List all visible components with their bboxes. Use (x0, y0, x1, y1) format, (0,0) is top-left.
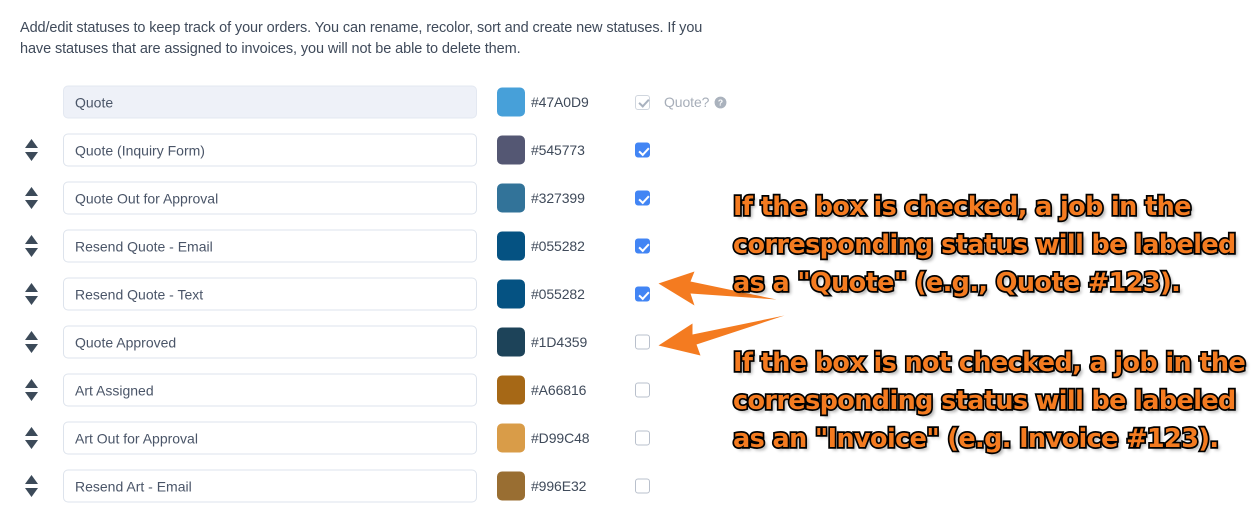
sort-updown-icon (24, 283, 38, 305)
sort-updown-icon (24, 379, 38, 401)
color-swatch[interactable] (497, 423, 525, 453)
quote-flag-cell (635, 190, 650, 206)
sort-updown-icon (24, 427, 38, 449)
color-swatch[interactable] (497, 231, 525, 261)
status-name-input[interactable] (63, 229, 477, 263)
color-swatch[interactable] (497, 471, 525, 501)
quote-flag-cell (635, 430, 650, 446)
status-row: #055282 (0, 270, 760, 318)
color-swatch[interactable] (497, 375, 525, 405)
status-row: #1D4359 (0, 318, 760, 366)
color-swatch[interactable] (497, 135, 525, 165)
status-name-input[interactable] (63, 469, 477, 503)
color-swatch[interactable] (497, 327, 525, 357)
svg-text:?: ? (718, 97, 723, 107)
status-name-input[interactable] (63, 277, 477, 311)
sort-updown-icon (24, 139, 38, 161)
color-hex-label: #055282 (531, 286, 585, 302)
color-hex-label: #47A0D9 (531, 94, 589, 110)
status-row: #055282 (0, 222, 760, 270)
status-name-input[interactable] (63, 133, 477, 167)
quote-checkbox (635, 94, 650, 110)
color-hex-label: #A66816 (531, 382, 587, 398)
annotation-checked-explanation: If the box is checked, a job in the corr… (731, 190, 1238, 299)
quote-flag-cell (635, 142, 650, 158)
status-row: #327399 (0, 174, 760, 222)
quote-column-label: Quote? (664, 94, 710, 110)
sort-updown-icon (24, 187, 38, 209)
quote-flag-cell (635, 382, 650, 398)
sort-handle[interactable] (21, 329, 41, 355)
color-hex-label: #1D4359 (531, 334, 588, 350)
status-name-input[interactable] (63, 421, 477, 455)
color-hex-label: #D99C48 (531, 430, 590, 446)
help-circle-icon[interactable]: ? (714, 96, 727, 109)
sort-handle[interactable] (21, 473, 41, 499)
status-row: #D99C48 (0, 414, 760, 462)
color-swatch[interactable] (497, 183, 525, 213)
sort-updown-icon (24, 235, 38, 257)
quote-checkbox[interactable] (635, 238, 650, 254)
sort-updown-icon (24, 475, 38, 497)
color-hex-label: #327399 (531, 190, 585, 206)
sort-handle[interactable] (21, 137, 41, 163)
quote-flag-cell (635, 478, 650, 494)
quote-flag-cell (635, 286, 650, 302)
sort-handle[interactable] (21, 425, 41, 451)
color-hex-label: #545773 (531, 142, 585, 158)
status-row: #545773 (0, 126, 760, 174)
quote-checkbox[interactable] (635, 334, 650, 350)
annotation-unchecked-explanation: If the box is not checked, a job in the … (731, 346, 1247, 455)
color-swatch[interactable] (497, 279, 525, 309)
help-circle-icon[interactable]: ? (714, 96, 727, 109)
status-name-input[interactable] (63, 325, 477, 359)
quote-flag-cell (635, 334, 650, 350)
quote-checkbox[interactable] (635, 286, 650, 302)
quote-checkbox[interactable] (635, 190, 650, 206)
sort-handle[interactable] (21, 377, 41, 403)
quote-flag-cell: Quote?? (635, 94, 727, 110)
color-swatch[interactable] (497, 87, 525, 117)
status-name-input[interactable] (63, 181, 477, 215)
quote-checkbox[interactable] (635, 478, 650, 494)
quote-flag-cell (635, 238, 650, 254)
quote-checkbox[interactable] (635, 142, 650, 158)
color-hex-label: #055282 (531, 238, 585, 254)
quote-checkbox[interactable] (635, 382, 650, 398)
status-name-input[interactable] (63, 85, 477, 119)
status-name-input[interactable] (63, 373, 477, 407)
status-row: #A66816 (0, 366, 760, 414)
page-description: Add/edit statuses to keep track of your … (20, 20, 703, 57)
sort-handle[interactable] (21, 185, 41, 211)
sort-handle[interactable] (21, 233, 41, 259)
status-list: #47A0D9 Quote?? #545773 #327399 #055282 #0552… (0, 78, 760, 510)
status-row: #47A0D9 Quote?? (0, 78, 760, 126)
sort-updown-icon (24, 331, 38, 353)
color-hex-label: #996E32 (531, 478, 587, 494)
sort-handle[interactable] (21, 281, 41, 307)
quote-checkbox[interactable] (635, 430, 650, 446)
